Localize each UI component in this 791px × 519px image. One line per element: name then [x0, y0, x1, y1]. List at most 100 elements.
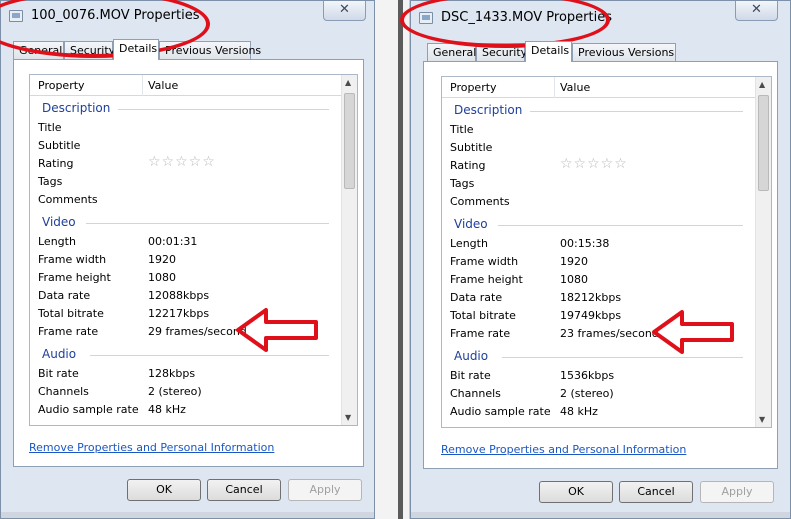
row-length-value: 00:15:38: [560, 237, 610, 250]
row-channels-value: 2 (stereo): [560, 387, 614, 400]
rating-stars[interactable]: ☆☆☆☆☆: [148, 154, 216, 170]
section-divider: [90, 355, 329, 356]
row-frame-rate-label: Frame rate: [450, 327, 511, 340]
section-video: Video: [42, 215, 76, 229]
row-data-rate-value: 12088kbps: [148, 289, 210, 302]
scrollbar-thumb[interactable]: [344, 93, 355, 189]
row-data-rate-label: Data rate: [450, 291, 503, 304]
apply-button[interactable]: Apply: [700, 481, 774, 503]
remove-properties-link[interactable]: Remove Properties and Personal Informati…: [441, 443, 686, 456]
row-total-bitrate-label: Total bitrate: [450, 309, 516, 322]
dialog-bottom-edge: [411, 512, 790, 518]
row-data-rate-label: Data rate: [38, 289, 91, 302]
row-total-bitrate-value: 19749kbps: [560, 309, 622, 322]
row-frame-rate-value: 23 frames/second: [560, 327, 659, 340]
column-property[interactable]: Property: [38, 79, 85, 92]
ok-button[interactable]: OK: [127, 479, 201, 501]
row-frame-height-value: 1080: [560, 273, 588, 286]
cancel-button[interactable]: Cancel: [207, 479, 281, 501]
row-rating-label: Rating: [38, 157, 74, 170]
section-divider: [498, 225, 743, 226]
column-value[interactable]: Value: [148, 79, 178, 92]
property-list[interactable]: Property Value Description Title Subtitl…: [29, 74, 358, 426]
row-length-value: 00:01:31: [148, 235, 198, 248]
row-frame-height-label: Frame height: [450, 273, 523, 286]
row-subtitle-label: Subtitle: [38, 139, 81, 152]
row-frame-width-label: Frame width: [38, 253, 107, 266]
row-subtitle-label: Subtitle: [450, 141, 493, 154]
section-audio: Audio: [42, 347, 77, 361]
row-channels-value: 2 (stereo): [148, 385, 202, 398]
details-panel: Property Value Description Title Subtitl…: [423, 61, 778, 469]
row-length-label: Length: [38, 235, 76, 248]
column-divider[interactable]: [142, 75, 143, 96]
properties-dialog-left: 100_0076.MOV Properties ✕ General Securi…: [0, 0, 375, 519]
tab-previous-versions[interactable]: Previous Versions: [572, 43, 676, 61]
row-length-label: Length: [450, 237, 488, 250]
row-total-bitrate-label: Total bitrate: [38, 307, 104, 320]
scrollbar-thumb[interactable]: [758, 95, 769, 191]
section-divider: [118, 109, 329, 110]
property-list[interactable]: Property Value Description Title Subtitl…: [441, 76, 772, 428]
section-divider: [530, 111, 743, 112]
row-rating-label: Rating: [450, 159, 486, 172]
background-window-edge: [398, 0, 403, 519]
row-tags-label: Tags: [38, 175, 63, 188]
section-audio: Audio: [454, 349, 489, 363]
scroll-up-arrow-icon[interactable]: ▲: [345, 78, 351, 87]
frame-rate-arrow-icon: [652, 310, 734, 354]
vertical-scrollbar[interactable]: ▲ ▼: [755, 77, 771, 427]
tab-details[interactable]: Details: [525, 41, 572, 62]
row-frame-rate-label: Frame rate: [38, 325, 99, 338]
row-channels-label: Channels: [450, 387, 501, 400]
column-property[interactable]: Property: [450, 81, 497, 94]
row-bit-rate-value: 1536kbps: [560, 369, 615, 382]
row-audio-sample-rate-label: Audio sample rate: [450, 405, 551, 418]
column-header: Property Value: [442, 77, 755, 98]
rating-stars[interactable]: ☆☆☆☆☆: [560, 156, 628, 172]
dialog-bottom-edge: [1, 512, 374, 518]
scroll-down-arrow-icon[interactable]: ▼: [759, 415, 765, 424]
column-header: Property Value: [30, 75, 341, 96]
row-comments-label: Comments: [450, 195, 510, 208]
close-button[interactable]: ✕: [735, 1, 778, 21]
scroll-up-arrow-icon[interactable]: ▲: [759, 80, 765, 89]
row-frame-width-value: 1920: [560, 255, 588, 268]
apply-button[interactable]: Apply: [288, 479, 362, 501]
row-frame-rate-value: 29 frames/second: [148, 325, 247, 338]
properties-dialog-right: DSC_1433.MOV Properties ✕ General Securi…: [410, 0, 791, 519]
column-value[interactable]: Value: [560, 81, 590, 94]
section-video: Video: [454, 217, 488, 231]
row-title-label: Title: [38, 121, 62, 134]
cancel-button[interactable]: Cancel: [619, 481, 693, 503]
section-divider: [86, 223, 329, 224]
remove-properties-link[interactable]: Remove Properties and Personal Informati…: [29, 441, 274, 454]
row-audio-sample-rate-value: 48 kHz: [560, 405, 598, 418]
frame-rate-arrow-icon: [236, 308, 318, 352]
details-panel: Property Value Description Title Subtitl…: [13, 59, 364, 467]
row-frame-width-label: Frame width: [450, 255, 519, 268]
row-frame-height-label: Frame height: [38, 271, 111, 284]
row-tags-label: Tags: [450, 177, 475, 190]
row-total-bitrate-value: 12217kbps: [148, 307, 210, 320]
desktop-gap: [375, 0, 410, 519]
close-button[interactable]: ✕: [323, 1, 366, 21]
tab-details[interactable]: Details: [113, 39, 159, 60]
row-data-rate-value: 18212kbps: [560, 291, 622, 304]
row-bit-rate-label: Bit rate: [38, 367, 79, 380]
ok-button[interactable]: OK: [539, 481, 613, 503]
column-divider[interactable]: [554, 77, 555, 98]
row-bit-rate-label: Bit rate: [450, 369, 491, 382]
vertical-scrollbar[interactable]: ▲ ▼: [341, 75, 357, 425]
row-comments-label: Comments: [38, 193, 98, 206]
row-bit-rate-value: 128kbps: [148, 367, 196, 380]
row-audio-sample-rate-label: Audio sample rate: [38, 403, 139, 416]
section-description: Description: [42, 101, 111, 115]
scroll-down-arrow-icon[interactable]: ▼: [345, 413, 351, 422]
row-title-label: Title: [450, 123, 474, 136]
section-divider: [502, 357, 743, 358]
row-audio-sample-rate-value: 48 kHz: [148, 403, 186, 416]
row-channels-label: Channels: [38, 385, 89, 398]
row-frame-height-value: 1080: [148, 271, 176, 284]
section-description: Description: [454, 103, 523, 117]
